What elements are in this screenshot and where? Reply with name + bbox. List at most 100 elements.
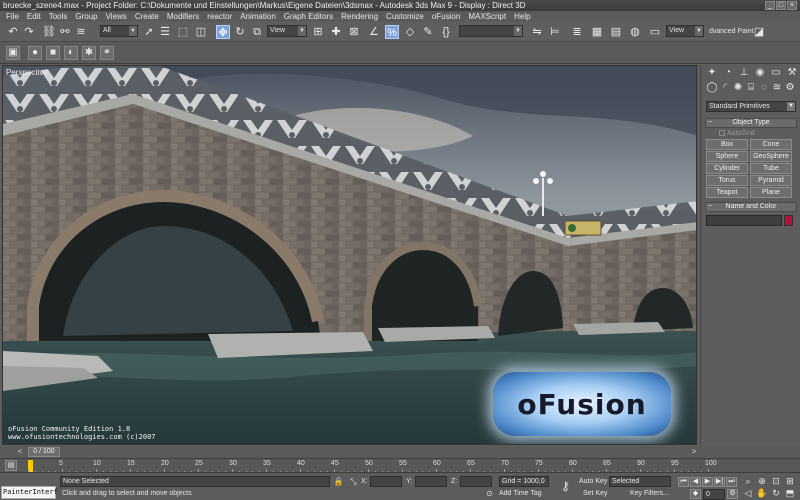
box-icon[interactable]: ■ bbox=[46, 46, 60, 60]
undo-icon[interactable]: ↶ bbox=[6, 25, 20, 39]
align-icon[interactable]: ⊨ bbox=[548, 25, 562, 39]
arc-rotate-icon[interactable]: ↻ bbox=[770, 487, 782, 499]
minimize-button[interactable]: _ bbox=[765, 1, 775, 10]
hierarchy-tab-icon[interactable]: ⊥ bbox=[737, 67, 751, 79]
helpers-icon[interactable]: ◌ bbox=[757, 82, 771, 94]
menu-maxscript[interactable]: MAXScript bbox=[464, 12, 510, 21]
layer-manager-icon[interactable]: ≣ bbox=[570, 25, 584, 39]
select-manipulate-icon[interactable]: ✚ bbox=[329, 25, 343, 39]
perspective-viewport[interactable]: Perspective oFusion oFusion Community Ed… bbox=[2, 65, 697, 445]
menu-rendering[interactable]: Rendering bbox=[337, 12, 382, 21]
absolute-mode-icon[interactable]: ⤡ bbox=[348, 476, 359, 487]
teapot-button[interactable]: Teapot bbox=[706, 187, 748, 198]
render-setup-icon[interactable]: ▭ bbox=[648, 25, 662, 39]
curve-editor-icon[interactable]: ▦ bbox=[590, 25, 604, 39]
reference-coord-dropdown[interactable]: View ▼ bbox=[267, 25, 307, 37]
display-tab-icon[interactable]: ▭ bbox=[769, 67, 783, 79]
auto-key-button[interactable]: Auto Key bbox=[579, 478, 607, 485]
zoom-extents-all-icon[interactable]: ⊞ bbox=[784, 475, 796, 487]
render-view-dropdown[interactable]: View ▼ bbox=[666, 25, 704, 37]
go-to-end-icon[interactable]: ⏭ bbox=[726, 477, 737, 487]
systems-icon[interactable]: ⚙ bbox=[783, 82, 797, 94]
window-crossing-icon[interactable]: ◫ bbox=[194, 25, 208, 39]
menu-modifiers[interactable]: Modifiers bbox=[163, 12, 203, 21]
edit-named-selection-icon[interactable]: ✎ bbox=[421, 25, 435, 39]
field-of-view-icon[interactable]: ◁ bbox=[742, 487, 754, 499]
menu-group[interactable]: Group bbox=[71, 12, 101, 21]
key-filters-button[interactable]: Key Filters... bbox=[630, 490, 669, 497]
named-selection-dropdown[interactable]: ▼ bbox=[459, 25, 523, 37]
pyramid-button[interactable]: Pyramid bbox=[750, 175, 792, 186]
modify-tab-icon[interactable]: ◔ bbox=[721, 67, 735, 79]
percent-snap-icon[interactable]: % bbox=[385, 25, 399, 39]
maximize-viewport-icon[interactable]: ⬒ bbox=[784, 487, 796, 499]
sphere-button[interactable]: Sphere bbox=[706, 151, 748, 162]
material-icon[interactable]: ◐ bbox=[64, 46, 78, 60]
zoom-icon[interactable]: ⌕ bbox=[742, 475, 754, 487]
camera-icon[interactable]: ⚭ bbox=[100, 46, 114, 60]
unlink-icon[interactable]: ⚯ bbox=[58, 25, 72, 39]
viewport-label[interactable]: Perspective bbox=[6, 68, 48, 77]
mirror-icon[interactable]: ⇋ bbox=[530, 25, 544, 39]
shapes-icon[interactable]: ◜ bbox=[718, 82, 732, 94]
ofusion-viewport-icon[interactable]: ▣ bbox=[6, 46, 20, 60]
y-coordinate-field[interactable] bbox=[415, 476, 447, 487]
menu-views[interactable]: Views bbox=[102, 12, 131, 21]
previous-frame-icon[interactable]: ◀ bbox=[690, 477, 701, 487]
menu-file[interactable]: File bbox=[2, 12, 23, 21]
time-slider-thumb[interactable]: 0 / 100 bbox=[28, 447, 60, 457]
redo-icon[interactable]: ↷ bbox=[22, 25, 36, 39]
menu-help[interactable]: Help bbox=[510, 12, 534, 21]
current-frame-field[interactable]: 0 bbox=[703, 489, 725, 500]
cylinder-button[interactable]: Cylinder bbox=[706, 163, 748, 174]
object-color-swatch[interactable] bbox=[784, 215, 793, 226]
scale-icon[interactable]: ⧉ bbox=[250, 25, 264, 39]
plane-button[interactable]: Plane bbox=[750, 187, 792, 198]
add-time-tag[interactable]: Add Time Tag bbox=[499, 490, 542, 497]
utilities-tab-icon[interactable]: ⚒ bbox=[785, 67, 799, 79]
material-editor-icon[interactable]: ◍ bbox=[628, 25, 642, 39]
close-button[interactable]: × bbox=[787, 1, 797, 10]
geosphere-button[interactable]: GeoSphere bbox=[750, 151, 792, 162]
menu-edit[interactable]: Edit bbox=[23, 12, 45, 21]
motion-tab-icon[interactable]: ◉ bbox=[753, 67, 767, 79]
schematic-view-icon[interactable]: ▤ bbox=[609, 25, 623, 39]
rotate-icon[interactable]: ↻ bbox=[233, 25, 247, 39]
key-icon[interactable]: ⚷ bbox=[560, 480, 571, 492]
tube-button[interactable]: Tube bbox=[750, 163, 792, 174]
z-coordinate-field[interactable] bbox=[460, 476, 492, 487]
maxscript-listener-top[interactable] bbox=[1, 474, 56, 485]
menu-reactor[interactable]: reactor bbox=[203, 12, 236, 21]
select-object-icon[interactable]: ➚ bbox=[142, 25, 156, 39]
next-frame-icon[interactable]: ▶| bbox=[714, 477, 725, 487]
open-mini-curve-editor-icon[interactable]: ▤ bbox=[5, 460, 17, 471]
menu-customize[interactable]: Customize bbox=[382, 12, 428, 21]
zoom-all-icon[interactable]: ⊕ bbox=[756, 475, 768, 487]
cone-button[interactable]: Cone bbox=[750, 139, 792, 150]
maximize-button[interactable]: □ bbox=[776, 1, 786, 10]
object-type-rollout[interactable]: − Object Type bbox=[705, 118, 797, 128]
trackbar[interactable]: ▤ 5 10 15 20 25 30 35 40 45 50 55 60 65 70 75 80 85 90 95 1… bbox=[0, 458, 800, 473]
geometry-icon[interactable]: ◯ bbox=[705, 82, 719, 94]
zoom-extents-icon[interactable]: ⊡ bbox=[770, 475, 782, 487]
pivot-icon[interactable]: ⊞ bbox=[311, 25, 325, 39]
maxscript-mini-listener[interactable]: PainterInterf bbox=[1, 486, 58, 499]
move-icon[interactable]: ✥ bbox=[216, 25, 230, 39]
sphere-icon[interactable]: ● bbox=[28, 46, 42, 60]
spinner-snap-icon[interactable]: ◇ bbox=[403, 25, 417, 39]
autogrid-checkbox[interactable]: AutoGrid bbox=[719, 130, 755, 137]
set-key-button[interactable]: Set Key bbox=[583, 490, 608, 497]
key-mode-toggle-icon[interactable]: ◆ bbox=[690, 489, 701, 499]
spacewarps-icon[interactable]: ≋ bbox=[770, 82, 784, 94]
key-mode-dropdown[interactable]: Selected bbox=[609, 476, 671, 487]
time-config-icon[interactable]: ⚙ bbox=[727, 489, 738, 499]
light-icon[interactable]: ✱ bbox=[82, 46, 96, 60]
bind-spacewarp-icon[interactable]: ≋ bbox=[74, 25, 88, 39]
pan-icon[interactable]: ✋ bbox=[756, 487, 768, 499]
primitive-category-dropdown[interactable]: Standard Primitives ▼ bbox=[706, 101, 796, 112]
go-to-start-icon[interactable]: ⏮ bbox=[678, 477, 689, 487]
play-icon[interactable]: ▶ bbox=[702, 477, 713, 487]
next-frame-arrow-icon[interactable]: > bbox=[688, 447, 700, 457]
prev-frame-arrow-icon[interactable]: < bbox=[14, 447, 26, 457]
menu-animation[interactable]: Animation bbox=[236, 12, 280, 21]
